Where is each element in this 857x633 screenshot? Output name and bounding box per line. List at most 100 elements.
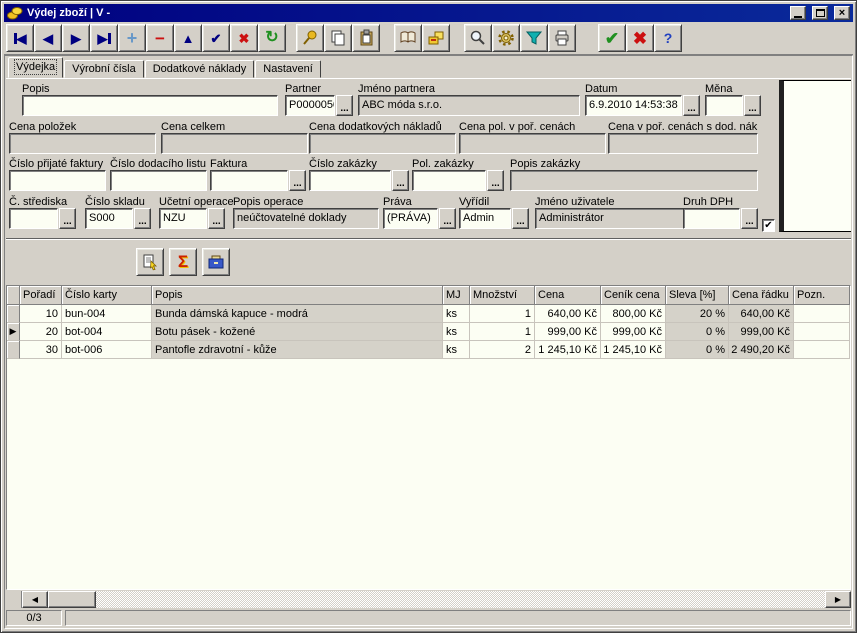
cell-popis[interactable]: Bunda dámská kapuce - modrá: [152, 305, 443, 323]
close-form-button[interactable]: ✖: [626, 24, 654, 52]
scrollbar-thumb[interactable]: [48, 591, 96, 608]
ok-button[interactable]: ✔: [598, 24, 626, 52]
cell-sleva[interactable]: 0 %: [666, 341, 729, 359]
note-memo[interactable]: [779, 80, 851, 232]
popis-input[interactable]: [22, 95, 278, 116]
tab-dodatkove-naklady[interactable]: Dodatkové náklady: [145, 60, 255, 78]
print-button[interactable]: [548, 24, 576, 52]
cancel-record-button[interactable]: ✖: [230, 24, 258, 52]
cell-mj[interactable]: ks: [443, 323, 470, 341]
cislo-prijate-faktury-input[interactable]: [9, 170, 106, 191]
help-button[interactable]: ?: [654, 24, 682, 52]
cell-cenik-cena[interactable]: 800,00 Kč: [601, 305, 666, 323]
druh-dph-input[interactable]: [683, 208, 740, 229]
row-selector[interactable]: [7, 305, 20, 323]
tab-vyrobni-cisla[interactable]: Výrobní čísla: [64, 60, 144, 78]
header-sleva[interactable]: Sleva [%]: [666, 286, 729, 305]
paste-button[interactable]: [352, 24, 380, 52]
cell-popis[interactable]: Pantofle zdravotní - kůže: [152, 341, 443, 359]
header-poradi[interactable]: Pořadí: [20, 286, 62, 305]
ucetni-operace-input[interactable]: NZU: [159, 208, 207, 229]
stock-cards-button[interactable]: [422, 24, 450, 52]
druh-dph-lookup-button[interactable]: ...: [741, 208, 758, 229]
cell-cena[interactable]: 999,00 Kč: [535, 323, 601, 341]
post-record-button[interactable]: ✔: [202, 24, 230, 52]
pol-zakazky-input[interactable]: [412, 170, 486, 191]
mena-input[interactable]: [705, 95, 743, 116]
cell-mnozstvi[interactable]: 1: [470, 323, 535, 341]
refresh-button[interactable]: ↻: [258, 24, 286, 52]
delete-record-button[interactable]: −: [146, 24, 174, 52]
tab-nastaveni[interactable]: Nastavení: [255, 60, 321, 78]
ucetni-operace-lookup-button[interactable]: ...: [208, 208, 225, 229]
faktura-input[interactable]: [210, 170, 288, 191]
filter-button[interactable]: [520, 24, 548, 52]
cell-pozn[interactable]: [794, 323, 850, 341]
sum-button[interactable]: Σ: [169, 248, 197, 276]
cell-cislo-karty[interactable]: bot-004: [62, 323, 152, 341]
vyridil-input[interactable]: Admin: [459, 208, 511, 229]
cislo-skladu-lookup-button[interactable]: ...: [134, 208, 151, 229]
prava-input[interactable]: (PRÁVA): [383, 208, 438, 229]
header-cena-radku[interactable]: Cena řádku: [729, 286, 794, 305]
close-button[interactable]: ×: [834, 6, 850, 20]
item-detail-button[interactable]: [136, 248, 164, 276]
header-cislo-karty[interactable]: Číslo karty: [62, 286, 152, 305]
cislo-zakazky-lookup-button[interactable]: ...: [392, 170, 409, 191]
pol-zakazky-lookup-button[interactable]: ...: [487, 170, 504, 191]
prior-record-button[interactable]: ◀: [34, 24, 62, 52]
cell-pozn[interactable]: [794, 305, 850, 323]
first-record-button[interactable]: ◀: [6, 24, 34, 52]
maximize-button[interactable]: [812, 6, 828, 20]
header-mj[interactable]: MJ: [443, 286, 470, 305]
cell-pozn[interactable]: [794, 341, 850, 359]
datum-input[interactable]: 6.9.2010 14:53:38: [585, 95, 682, 116]
row-selector[interactable]: ▶: [7, 323, 20, 341]
row-selector[interactable]: [7, 341, 20, 359]
cell-popis[interactable]: Botu pásek - kožené: [152, 323, 443, 341]
c-strediska-lookup-button[interactable]: ...: [59, 208, 76, 229]
scrollbar-track[interactable]: [96, 591, 825, 608]
partner-input[interactable]: P0000050: [285, 95, 335, 116]
header-cenik-cena[interactable]: Ceník cena: [601, 286, 666, 305]
minimize-button[interactable]: [790, 6, 806, 20]
cell-poradi[interactable]: 20: [20, 323, 62, 341]
cell-poradi[interactable]: 30: [20, 341, 62, 359]
insert-record-button[interactable]: +: [118, 24, 146, 52]
cell-cenik-cena[interactable]: 999,00 Kč: [601, 323, 666, 341]
faktura-lookup-button[interactable]: ...: [289, 170, 306, 191]
cell-cenik-cena[interactable]: 1 245,10 Kč: [601, 341, 666, 359]
cislo-zakazky-input[interactable]: [309, 170, 391, 191]
cell-poradi[interactable]: 10: [20, 305, 62, 323]
cell-sleva[interactable]: 20 %: [666, 305, 729, 323]
cell-cena-radku[interactable]: 2 490,20 Kč: [729, 341, 794, 359]
cell-cislo-karty[interactable]: bun-004: [62, 305, 152, 323]
book-button[interactable]: [394, 24, 422, 52]
scroll-right-button[interactable]: ▶: [825, 591, 851, 608]
header-pozn[interactable]: Pozn.: [794, 286, 850, 305]
vyridil-lookup-button[interactable]: ...: [512, 208, 529, 229]
cislo-dodaciho-listu-input[interactable]: [110, 170, 207, 191]
header-mnozstvi[interactable]: Množství: [470, 286, 535, 305]
cell-cislo-karty[interactable]: bot-006: [62, 341, 152, 359]
edit-record-button[interactable]: ▲: [174, 24, 202, 52]
c-strediska-input[interactable]: [9, 208, 58, 229]
cell-cena-radku[interactable]: 999,00 Kč: [729, 323, 794, 341]
prava-lookup-button[interactable]: ...: [439, 208, 456, 229]
datum-lookup-button[interactable]: ...: [683, 95, 700, 116]
cell-mj[interactable]: ks: [443, 305, 470, 323]
scroll-left-button[interactable]: ◀: [22, 591, 48, 608]
cell-sleva[interactable]: 0 %: [666, 323, 729, 341]
next-record-button[interactable]: ▶: [62, 24, 90, 52]
cell-mj[interactable]: ks: [443, 341, 470, 359]
flag-checkbox[interactable]: ✔: [762, 219, 775, 232]
header-popis[interactable]: Popis: [152, 286, 443, 305]
cell-cena-radku[interactable]: 640,00 Kč: [729, 305, 794, 323]
tab-vydejka[interactable]: Výdejka: [8, 57, 63, 78]
mena-lookup-button[interactable]: ...: [744, 95, 761, 116]
cell-mnozstvi[interactable]: 1: [470, 305, 535, 323]
stock-archive-button[interactable]: [202, 248, 230, 276]
cislo-skladu-input[interactable]: S000: [85, 208, 133, 229]
last-record-button[interactable]: ▶: [90, 24, 118, 52]
copy-button[interactable]: [324, 24, 352, 52]
